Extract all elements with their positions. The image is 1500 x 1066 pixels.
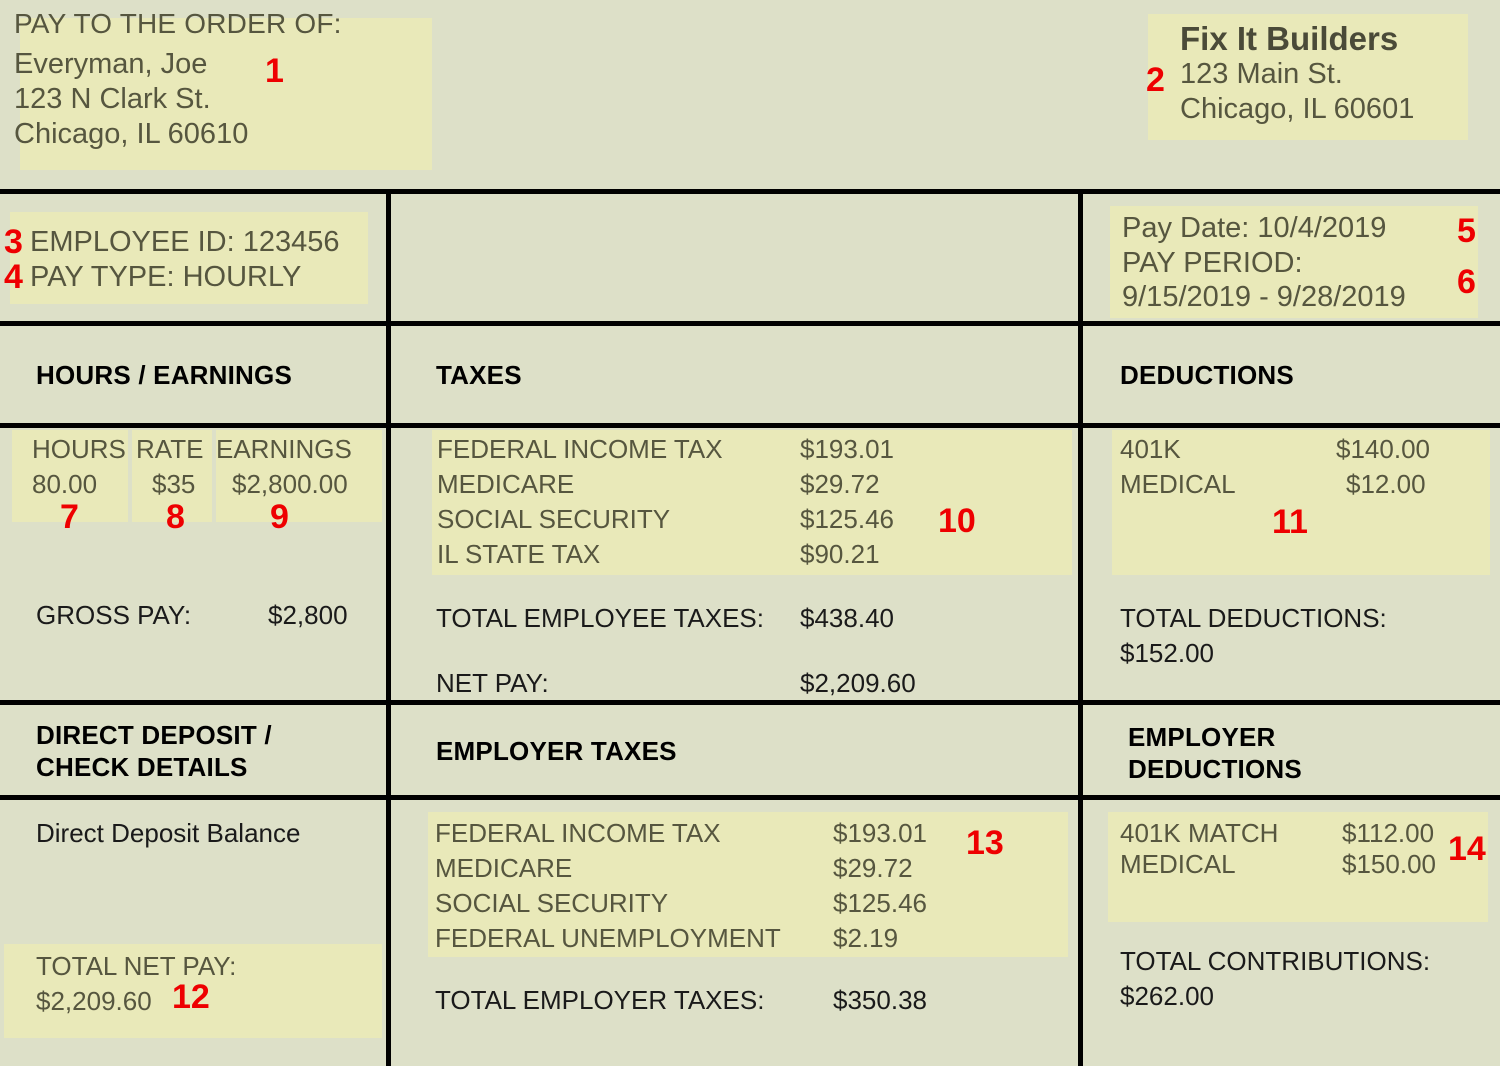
deduction-item-amount: $140.00 <box>1336 434 1430 464</box>
gross-pay-label: GROSS PAY: <box>36 600 192 630</box>
pay-to-order-label: PAY TO THE ORDER OF: <box>14 8 342 39</box>
tax-item-amount: $193.01 <box>800 434 894 464</box>
value-hours: 80.00 <box>32 469 98 499</box>
payee-name: Everyman, Joe <box>14 48 208 80</box>
total-employee-taxes-value: $438.40 <box>800 603 894 633</box>
payee-address-line-2: Chicago, IL 60610 <box>14 118 249 150</box>
tax-item-name: SOCIAL SECURITY <box>437 504 671 534</box>
total-net-pay-value: $2,209.60 <box>36 986 152 1016</box>
employer-address-line-1: 123 Main St. <box>1180 58 1343 90</box>
total-deductions-label: TOTAL DEDUCTIONS: <box>1120 603 1387 633</box>
annotation-marker-4: 4 <box>4 258 23 296</box>
pay-stub-document: PAY TO THE ORDER OF: Everyman, Joe 123 N… <box>0 0 1500 1066</box>
annotation-marker-1: 1 <box>265 52 284 90</box>
column-header-rate: RATE <box>136 434 204 464</box>
deduction-item-amount: $12.00 <box>1346 469 1426 499</box>
value-rate: $35 <box>152 469 196 499</box>
rule-section-headers-bottom <box>0 423 1500 428</box>
tax-item-amount: $125.46 <box>800 504 894 534</box>
direct-deposit-balance-label: Direct Deposit Balance <box>36 818 301 848</box>
net-pay-value: $2,209.60 <box>800 668 916 698</box>
pay-type-line: PAY TYPE: HOURLY <box>30 261 302 293</box>
section-header-employer-deductions-line-1: EMPLOYER <box>1128 722 1276 752</box>
value-earnings: $2,800.00 <box>232 469 348 499</box>
annotation-marker-14: 14 <box>1448 830 1486 868</box>
section-header-hours-earnings: HOURS / EARNINGS <box>36 360 293 390</box>
total-employer-taxes-value: $350.38 <box>833 985 927 1015</box>
header-band: PAY TO THE ORDER OF: Everyman, Joe 123 N… <box>0 0 1500 190</box>
rule-vertical-left <box>386 189 391 1066</box>
annotation-marker-2: 2 <box>1146 61 1165 99</box>
net-pay-label: NET PAY: <box>436 668 549 698</box>
section-header-taxes: TAXES <box>436 360 522 390</box>
total-contributions-label: TOTAL CONTRIBUTIONS: <box>1120 946 1431 976</box>
employer-deduction-item-amount: $112.00 <box>1342 818 1435 848</box>
annotation-marker-8: 8 <box>166 498 185 536</box>
employer-tax-item-name: FEDERAL UNEMPLOYMENT <box>435 923 781 953</box>
employee-id-line: EMPLOYEE ID: 123456 <box>30 226 340 258</box>
rule-identity-bottom <box>0 321 1500 326</box>
deduction-item-name: MEDICAL <box>1120 469 1236 499</box>
annotation-marker-10: 10 <box>938 502 976 540</box>
pay-period-label: PAY PERIOD: <box>1122 247 1303 279</box>
total-deductions-value: $152.00 <box>1120 638 1214 668</box>
employer-tax-item-amount: $2.19 <box>833 923 899 953</box>
column-header-hours: HOURS <box>32 434 126 464</box>
tax-item-amount: $29.72 <box>800 469 880 499</box>
annotation-marker-7: 7 <box>60 498 79 536</box>
annotation-marker-3: 3 <box>4 223 23 261</box>
total-employee-taxes-label: TOTAL EMPLOYEE TAXES: <box>436 603 764 633</box>
employer-tax-item-amount: $125.46 <box>833 888 927 918</box>
section-header-direct-deposit-line-2: CHECK DETAILS <box>36 752 248 782</box>
total-employer-taxes-label: TOTAL EMPLOYER TAXES: <box>435 985 765 1015</box>
employer-deduction-item-name: 401K MATCH <box>1120 818 1279 848</box>
employer-deduction-item-amount: $150.00 <box>1342 849 1436 879</box>
employer-name: Fix It Builders <box>1180 20 1399 57</box>
section-header-direct-deposit-line-1: DIRECT DEPOSIT / <box>36 720 272 750</box>
annotation-marker-11: 11 <box>1272 503 1308 541</box>
pay-period-range: 9/15/2019 - 9/28/2019 <box>1122 281 1406 313</box>
gross-pay-value: $2,800 <box>268 600 348 630</box>
employer-tax-item-name: MEDICARE <box>435 853 573 883</box>
section-header-employer-taxes: EMPLOYER TAXES <box>436 736 677 766</box>
payee-address-line-1: 123 N Clark St. <box>14 83 211 115</box>
pay-date-line: Pay Date: 10/4/2019 <box>1122 212 1387 244</box>
tax-item-name: IL STATE TAX <box>437 539 601 569</box>
section-header-deductions: DEDUCTIONS <box>1120 360 1294 390</box>
employer-tax-item-amount: $29.72 <box>833 853 913 883</box>
annotation-marker-5: 5 <box>1457 212 1476 250</box>
employer-deduction-item-name: MEDICAL <box>1120 849 1236 879</box>
employer-tax-item-name: FEDERAL INCOME TAX <box>435 818 721 848</box>
rule-vertical-right <box>1078 189 1083 1066</box>
tax-item-name: MEDICARE <box>437 469 575 499</box>
annotation-marker-9: 9 <box>270 498 289 536</box>
employer-tax-item-name: SOCIAL SECURITY <box>435 888 669 918</box>
employer-tax-item-amount: $193.01 <box>833 818 927 848</box>
employer-address-line-2: Chicago, IL 60601 <box>1180 93 1415 125</box>
tax-item-name: FEDERAL INCOME TAX <box>437 434 723 464</box>
section-header-employer-deductions-line-2: DEDUCTIONS <box>1128 754 1302 784</box>
annotation-marker-12: 12 <box>172 978 210 1016</box>
annotation-marker-13: 13 <box>966 824 1004 862</box>
total-contributions-value: $262.00 <box>1120 981 1214 1011</box>
deduction-item-name: 401K <box>1120 434 1181 464</box>
rule-employer-section-top <box>0 700 1500 705</box>
annotation-marker-6: 6 <box>1457 263 1476 301</box>
rule-top <box>0 189 1500 194</box>
column-header-earnings: EARNINGS <box>216 434 352 464</box>
tax-item-amount: $90.21 <box>800 539 880 569</box>
rule-employer-headers-bottom <box>0 795 1500 800</box>
